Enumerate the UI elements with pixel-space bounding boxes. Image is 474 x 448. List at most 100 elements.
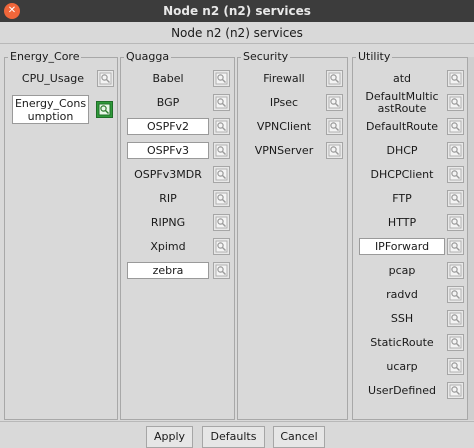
service-vpnclient[interactable]: VPNClient: [244, 116, 324, 137]
configure-icon[interactable]: [326, 94, 343, 111]
configure-icon[interactable]: [447, 262, 464, 279]
configure-icon[interactable]: [447, 382, 464, 399]
service-row-dhcpclient: DHCPClient: [353, 164, 467, 185]
service-xpimd[interactable]: Xpimd: [127, 236, 209, 257]
configure-icon[interactable]: [213, 262, 230, 279]
configure-icon[interactable]: [213, 166, 230, 183]
service-zebra[interactable]: zebra: [127, 262, 209, 279]
service-row-atd: atd: [353, 68, 467, 89]
service-dhcp[interactable]: DHCP: [359, 140, 445, 161]
service-row-ssh: SSH: [353, 308, 467, 329]
service-cpu-usage[interactable]: CPU_Usage: [13, 68, 93, 89]
service-http[interactable]: HTTP: [359, 212, 445, 233]
service-row-ftp: FTP: [353, 188, 467, 209]
service-ipsec[interactable]: IPsec: [244, 92, 324, 113]
service-defaultroute[interactable]: DefaultRoute: [359, 116, 445, 137]
service-row-pcap: pcap: [353, 260, 467, 281]
service-row-ipforward: IPForward: [353, 236, 467, 257]
group-label-quagga: Quagga: [124, 50, 172, 64]
defaults-button[interactable]: Defaults: [202, 426, 265, 448]
configure-icon[interactable]: [326, 142, 343, 159]
service-row-dhcp: DHCP: [353, 140, 467, 161]
configure-icon[interactable]: [447, 310, 464, 327]
group-security: Security Firewall IPsec VPNClient VPNServer: [237, 50, 348, 420]
service-row-ospfv3: OSPFv3: [121, 140, 234, 161]
service-energy-consumption-line2: umption: [27, 110, 74, 123]
service-row-cpu-usage: CPU_Usage: [5, 68, 117, 89]
service-rip[interactable]: RIP: [127, 188, 209, 209]
configure-icon[interactable]: [213, 238, 230, 255]
service-row-staticroute: StaticRoute: [353, 332, 467, 353]
service-ucarp[interactable]: ucarp: [359, 356, 445, 377]
configure-icon[interactable]: [447, 214, 464, 231]
configure-icon[interactable]: [447, 190, 464, 207]
configure-icon[interactable]: [447, 334, 464, 351]
service-defaultmulticastroute[interactable]: DefaultMultic astRoute: [359, 91, 445, 115]
configure-icon[interactable]: [326, 70, 343, 87]
service-babel[interactable]: Babel: [127, 68, 209, 89]
group-utility: Utility atd DefaultMultic astRoute DefaultR…: [352, 50, 468, 420]
configure-icon[interactable]: [213, 190, 230, 207]
service-row-ucarp: ucarp: [353, 356, 467, 377]
service-userdefined[interactable]: UserDefined: [359, 380, 445, 401]
service-row-userdefined: UserDefined: [353, 380, 467, 401]
configure-icon[interactable]: [213, 214, 230, 231]
service-radvd[interactable]: radvd: [359, 284, 445, 305]
service-ipforward[interactable]: IPForward: [359, 238, 445, 255]
service-row-bgp: BGP: [121, 92, 234, 113]
service-ssh[interactable]: SSH: [359, 308, 445, 329]
configure-icon[interactable]: [96, 101, 113, 118]
service-row-ospfv2: OSPFv2: [121, 116, 234, 137]
configure-icon[interactable]: [213, 94, 230, 111]
service-firewall[interactable]: Firewall: [244, 68, 324, 89]
service-row-ripng: RIPNG: [121, 212, 234, 233]
service-row-ospfv3mdr: OSPFv3MDR: [121, 164, 234, 185]
service-row-vpnserver: VPNServer: [238, 140, 347, 161]
configure-icon[interactable]: [447, 94, 464, 111]
service-row-babel: Babel: [121, 68, 234, 89]
service-ripng[interactable]: RIPNG: [127, 212, 209, 233]
scrollbar[interactable]: [468, 57, 474, 420]
service-dhcpclient[interactable]: DHCPClient: [359, 164, 445, 185]
configure-icon[interactable]: [326, 118, 343, 135]
group-label-utility: Utility: [356, 50, 393, 64]
service-staticroute[interactable]: StaticRoute: [359, 332, 445, 353]
service-ospfv2[interactable]: OSPFv2: [127, 118, 209, 135]
configure-icon[interactable]: [447, 118, 464, 135]
configure-icon[interactable]: [213, 142, 230, 159]
configure-icon[interactable]: [213, 118, 230, 135]
apply-button[interactable]: Apply: [146, 426, 193, 448]
service-row-xpimd: Xpimd: [121, 236, 234, 257]
service-row-defaultroute: DefaultRoute: [353, 116, 467, 137]
configure-icon[interactable]: [447, 358, 464, 375]
configure-icon[interactable]: [97, 70, 114, 87]
service-energy-consumption[interactable]: Energy_Cons umption: [12, 95, 89, 124]
service-row-radvd: radvd: [353, 284, 467, 305]
configure-icon[interactable]: [447, 70, 464, 87]
service-row-zebra: zebra: [121, 260, 234, 281]
group-label-security: Security: [241, 50, 291, 64]
service-row-defaultmulticastroute: DefaultMultic astRoute: [353, 91, 467, 116]
close-icon[interactable]: ✕: [4, 3, 20, 19]
service-atd[interactable]: atd: [359, 68, 445, 89]
service-row-firewall: Firewall: [238, 68, 347, 89]
configure-icon[interactable]: [447, 238, 464, 255]
service-ftp[interactable]: FTP: [359, 188, 445, 209]
service-row-http: HTTP: [353, 212, 467, 233]
service-ospfv3[interactable]: OSPFv3: [127, 142, 209, 159]
service-row-rip: RIP: [121, 188, 234, 209]
service-row-ipsec: IPsec: [238, 92, 347, 113]
title-bar: ✕ Node n2 (n2) services: [0, 0, 474, 22]
service-pcap[interactable]: pcap: [359, 260, 445, 281]
configure-icon[interactable]: [447, 166, 464, 183]
configure-icon[interactable]: [447, 286, 464, 303]
button-bar: Apply Defaults Cancel: [0, 422, 474, 448]
configure-icon[interactable]: [447, 142, 464, 159]
service-ospfv3mdr[interactable]: OSPFv3MDR: [127, 164, 209, 185]
cancel-button[interactable]: Cancel: [273, 426, 325, 448]
group-quagga: Quagga Babel BGP OSPFv2 OSPFv3 OSPFv3MDR RIP R…: [120, 50, 235, 420]
configure-icon[interactable]: [213, 70, 230, 87]
service-energy-consumption-line1: Energy_Cons: [14, 97, 87, 110]
service-vpnserver[interactable]: VPNServer: [244, 140, 324, 161]
service-bgp[interactable]: BGP: [127, 92, 209, 113]
